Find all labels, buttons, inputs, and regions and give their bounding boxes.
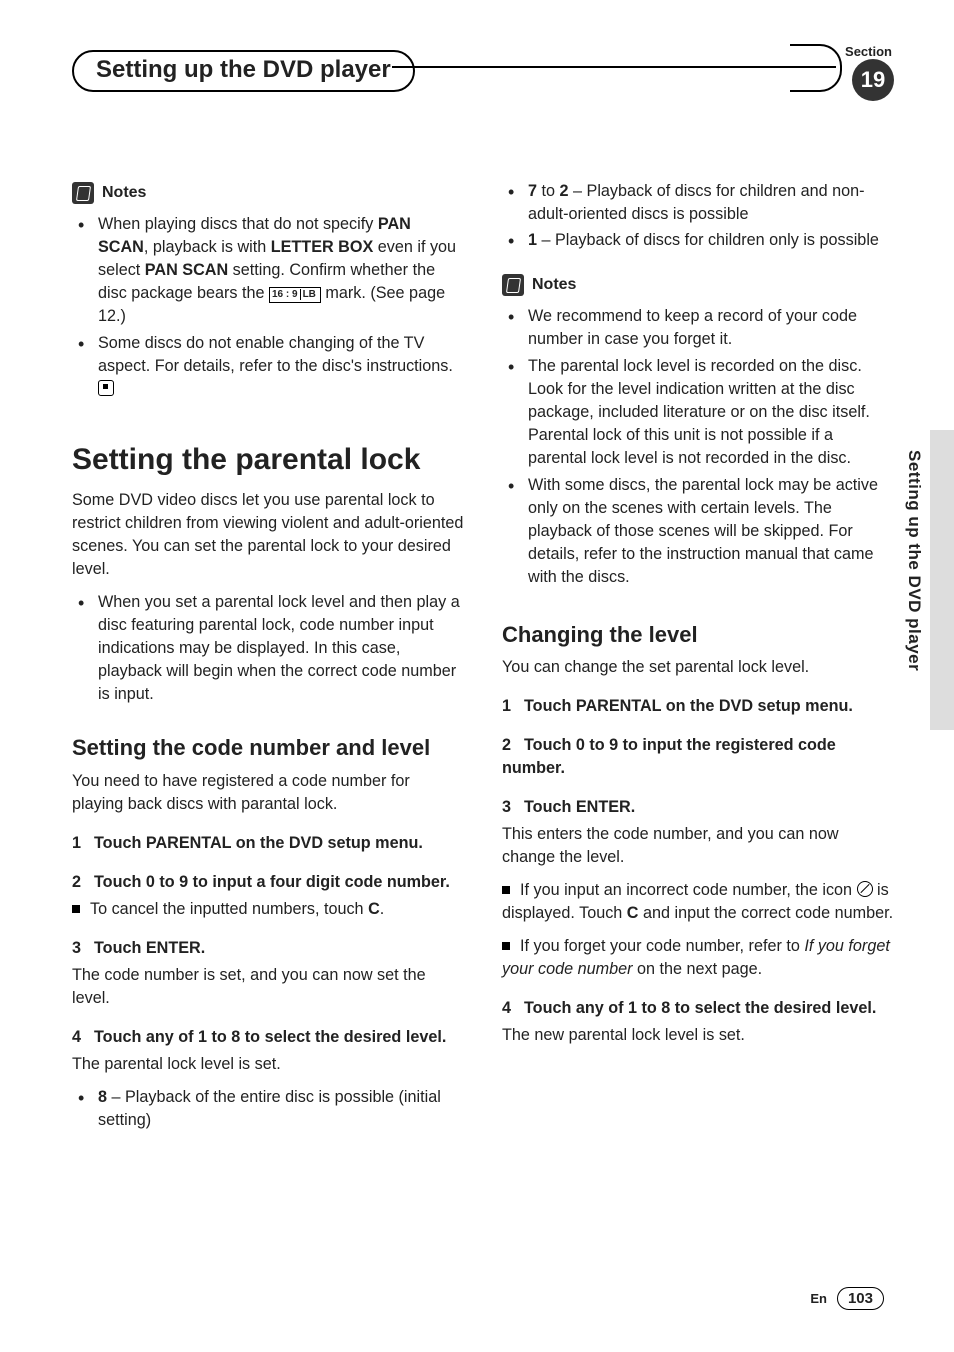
notes-heading: Notes (72, 182, 464, 205)
paragraph: Some DVD video discs let you use parenta… (72, 489, 464, 581)
list-item: 7 to 2 – Playback of discs for children … (502, 180, 894, 226)
list-item: 1 – Playback of discs for children only … (502, 229, 894, 252)
header-rule (392, 66, 836, 68)
notes-heading: Notes (502, 274, 894, 297)
right-column: 7 to 2 – Playback of discs for children … (502, 176, 894, 1135)
step-text: Touch PARENTAL on the DVD setup menu. (524, 697, 853, 715)
note-icon (502, 274, 524, 296)
notes-list: We recommend to keep a record of your co… (502, 305, 894, 589)
page-footer: En 103 (810, 1287, 884, 1310)
step-4: 4Touch any of 1 to 8 to select the desir… (502, 997, 894, 1020)
text: If you forget your code number, refer to (520, 937, 804, 955)
step-note: If you input an incorrect code number, t… (502, 879, 894, 925)
info-list: When you set a parental lock level and t… (72, 591, 464, 706)
text-bold: 2 (560, 182, 569, 200)
list-item: We recommend to keep a record of your co… (502, 305, 894, 351)
level-list: 8 – Playback of the entire disc is possi… (72, 1086, 464, 1132)
prohibit-icon (857, 881, 873, 897)
text-bold: 1 (528, 231, 537, 249)
step-note: To cancel the inputted numbers, touch C. (72, 898, 464, 921)
notes-label: Notes (532, 274, 576, 297)
level-list-cont: 7 to 2 – Playback of discs for children … (502, 180, 894, 252)
section-number-badge: 19 (852, 59, 894, 101)
text: and input the correct code number. (639, 904, 894, 922)
step-text: Touch 0 to 9 to input a four digit code … (94, 873, 450, 891)
list-item: With some discs, the parental lock may b… (502, 474, 894, 589)
paragraph: The new parental lock level is set. (502, 1024, 894, 1047)
step-3: 3Touch ENTER. (72, 937, 464, 960)
paragraph: The parental lock level is set. (72, 1053, 464, 1076)
heading-changing-level: Changing the level (502, 619, 894, 650)
text-bold: C (368, 900, 380, 918)
step-text: Touch ENTER. (524, 798, 635, 816)
step-3: 3Touch ENTER. (502, 796, 894, 819)
side-tab-label: Setting up the DVD player (904, 450, 924, 671)
text: to (537, 182, 560, 200)
paragraph: The code number is set, and you can now … (72, 964, 464, 1010)
text: on the next page. (632, 960, 762, 978)
text: . (380, 900, 385, 918)
note-icon (72, 182, 94, 204)
heading-code-level: Setting the code number and level (72, 732, 464, 763)
list-item: When you set a parental lock level and t… (72, 591, 464, 706)
list-item: When playing discs that do not specify P… (72, 213, 464, 328)
step-1: 1Touch PARENTAL on the DVD setup menu. (502, 695, 894, 718)
text-bold: LETTER BOX (271, 238, 374, 256)
text: Some discs do not enable changing of the… (98, 334, 453, 375)
text: When playing discs that do not specify (98, 215, 378, 233)
list-item: The parental lock level is recorded on t… (502, 355, 894, 470)
notes-list: When playing discs that do not specify P… (72, 213, 464, 401)
left-column: Notes When playing discs that do not spe… (72, 176, 464, 1135)
page-title: Setting up the DVD player (72, 50, 415, 92)
text: – Playback of discs for children and non… (528, 182, 865, 223)
stop-icon (98, 380, 114, 396)
step-text: Touch PARENTAL on the DVD setup menu. (94, 834, 423, 852)
section-label: Section (845, 44, 892, 59)
text-bold: 7 (528, 182, 537, 200)
language-label: En (810, 1291, 827, 1306)
square-bullet-icon (72, 905, 80, 913)
paragraph: This enters the code number, and you can… (502, 823, 894, 869)
square-bullet-icon (502, 942, 510, 950)
text: If you input an incorrect code number, t… (520, 881, 857, 899)
heading-parental-lock: Setting the parental lock (72, 439, 464, 482)
text: – Playback of discs for children only is… (537, 231, 879, 249)
text: – Playback of the entire disc is possibl… (98, 1088, 441, 1129)
text: LB (300, 289, 318, 300)
step-text: Touch any of 1 to 8 to select the desire… (94, 1028, 446, 1046)
text: , playback is with (144, 238, 271, 256)
page-number: 103 (837, 1287, 884, 1310)
paragraph: You can change the set parental lock lev… (502, 656, 894, 679)
list-item: 8 – Playback of the entire disc is possi… (72, 1086, 464, 1132)
step-text: Touch ENTER. (94, 939, 205, 957)
step-text: Touch any of 1 to 8 to select the desire… (524, 999, 876, 1017)
step-4: 4Touch any of 1 to 8 to select the desir… (72, 1026, 464, 1049)
step-2: 2Touch 0 to 9 to input the registered co… (502, 734, 894, 780)
step-text: Touch 0 to 9 to input the registered cod… (502, 736, 836, 777)
text-bold: PAN SCAN (145, 261, 228, 279)
square-bullet-icon (502, 886, 510, 894)
step-2: 2Touch 0 to 9 to input a four digit code… (72, 871, 464, 894)
aspect-mark-icon: 16 : 9LB (269, 287, 321, 303)
page-header: Section Setting up the DVD player 19 (72, 50, 894, 96)
list-item: Some discs do not enable changing of the… (72, 332, 464, 401)
text-bold: C (627, 904, 639, 922)
side-tab-bg (930, 430, 954, 730)
text: 16 : 9 (272, 289, 298, 300)
step-note: If you forget your code number, refer to… (502, 935, 894, 981)
text-bold: 8 (98, 1088, 107, 1106)
step-1: 1Touch PARENTAL on the DVD setup menu. (72, 832, 464, 855)
paragraph: You need to have registered a code numbe… (72, 770, 464, 816)
notes-label: Notes (102, 182, 146, 205)
text: To cancel the inputted numbers, touch (90, 900, 368, 918)
